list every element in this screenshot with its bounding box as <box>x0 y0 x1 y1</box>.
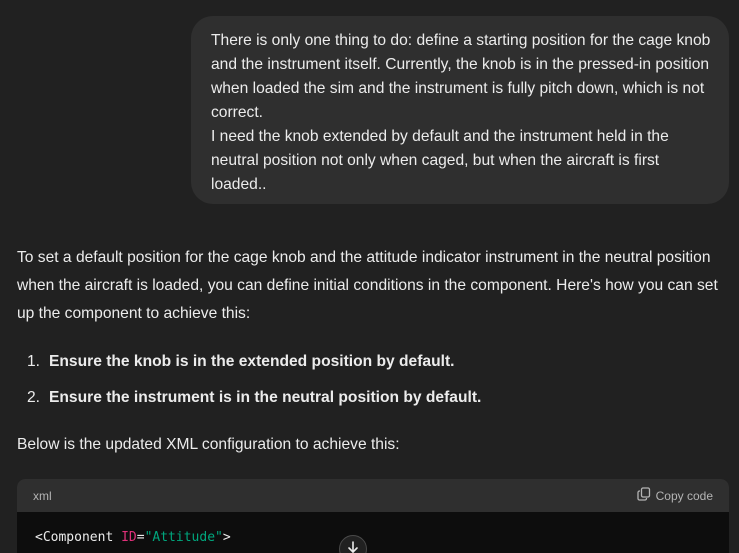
code-equals: = <box>136 530 145 545</box>
code-language-label: xml <box>33 488 52 503</box>
assistant-message: To set a default position for the cage k… <box>17 244 729 416</box>
steps-list: 1. Ensure the knob is in the extended po… <box>17 344 729 416</box>
list-item: 1. Ensure the knob is in the extended po… <box>17 344 729 380</box>
assistant-intro-text: To set a default position for the cage k… <box>17 249 718 322</box>
list-item-text: Ensure the knob is in the extended posit… <box>49 353 455 370</box>
code-block-header: xml Copy code <box>17 479 729 512</box>
user-message-paragraph-1: There is only one thing to do: define a … <box>211 32 711 121</box>
code-string: "Attitude" <box>144 530 223 545</box>
code-block: xml Copy code <Component ID="Attitude"> <box>17 479 729 553</box>
code-tag-close: > <box>222 530 231 545</box>
user-message-bubble: There is only one thing to do: define a … <box>191 16 729 204</box>
code-tag-open: <Component <box>35 530 122 545</box>
copy-code-label: Copy code <box>655 488 713 503</box>
copy-icon <box>636 487 651 504</box>
chat-page: There is only one thing to do: define a … <box>0 0 739 553</box>
list-item-text: Ensure the instrument is in the neutral … <box>49 389 482 406</box>
list-item-number: 1. <box>27 353 41 370</box>
arrow-down-icon <box>346 540 360 553</box>
assistant-below-text: Below is the updated XML configuration t… <box>17 436 400 453</box>
user-message-paragraph-2: I need the knob extended by default and … <box>211 128 669 193</box>
copy-code-button[interactable]: Copy code <box>636 487 713 504</box>
code-attribute: ID <box>121 530 137 545</box>
list-item-number: 2. <box>27 389 41 406</box>
list-item: 2. Ensure the instrument is in the neutr… <box>17 380 729 416</box>
code-content: <Component ID="Attitude"> <box>17 512 729 545</box>
